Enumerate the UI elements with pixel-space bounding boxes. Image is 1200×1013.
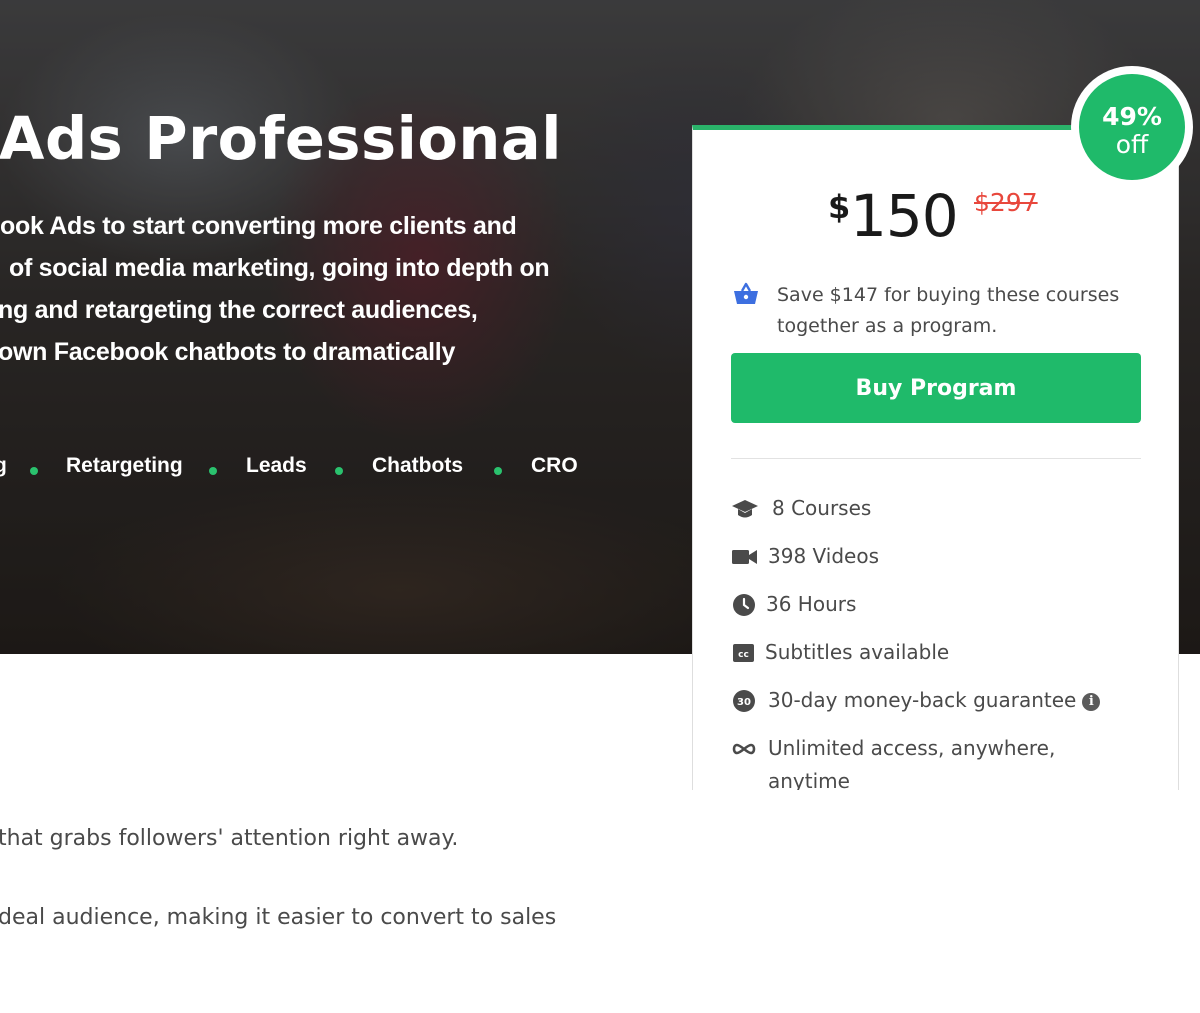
feature-guarantee: 30 30-day money-back guarantee i bbox=[731, 684, 1151, 718]
topic-tags: g Retargeting Leads Chatbots CRO bbox=[0, 454, 700, 486]
graduation-cap-icon bbox=[732, 500, 758, 518]
discount-percent: 49% bbox=[1102, 102, 1162, 131]
pricing-card: $ 150 $297 Save $147 for buying these co… bbox=[692, 125, 1179, 790]
feature-text: 8 Courses bbox=[772, 496, 872, 520]
feature-access: Unlimited access, anywhere, anytime bbox=[731, 732, 1151, 790]
closed-captions-icon: cc bbox=[733, 644, 754, 662]
feature-videos: 398 Videos bbox=[731, 540, 1151, 574]
feature-hours: 36 Hours bbox=[731, 588, 1151, 622]
feature-text: Subtitles available bbox=[765, 640, 950, 664]
tag-retargeting: Retargeting bbox=[66, 454, 183, 477]
hero-description-line: of social media marketing, going into de… bbox=[9, 254, 550, 282]
price-currency: $ bbox=[828, 188, 851, 226]
savings-note: Save $147 for buying these courses toget… bbox=[777, 284, 1120, 337]
hero-description: ook Ads to start converting more clients… bbox=[0, 212, 640, 382]
feature-subtitles: cc Subtitles available bbox=[731, 636, 1151, 670]
info-icon[interactable]: i bbox=[1082, 693, 1101, 711]
svg-text:30: 30 bbox=[737, 697, 751, 708]
divider bbox=[731, 458, 1141, 459]
hero-description-line: ook Ads to start converting more clients… bbox=[0, 212, 517, 240]
discount-badge-circle: 49% off bbox=[1079, 74, 1185, 180]
feature-text: Unlimited access, anywhere, bbox=[768, 736, 1056, 760]
clock-icon bbox=[733, 594, 755, 616]
discount-badge: 49% off bbox=[1071, 66, 1193, 188]
tag-separator bbox=[209, 467, 217, 475]
tag-chatbots: Chatbots bbox=[372, 454, 463, 477]
shopping-basket-icon bbox=[734, 282, 758, 304]
benefit-text: deal audience, making it easier to conve… bbox=[0, 905, 557, 930]
tag-leads: Leads bbox=[246, 454, 307, 477]
feature-courses: 8 Courses bbox=[731, 492, 1151, 526]
benefit-text: that grabs followers' attention right aw… bbox=[0, 826, 459, 851]
buy-program-button[interactable]: Buy Program bbox=[731, 353, 1141, 423]
feature-text: 30-day money-back guarantee i bbox=[768, 684, 1101, 717]
feature-text: 36 Hours bbox=[766, 592, 857, 616]
money-back-30-icon: 30 bbox=[733, 690, 755, 712]
tag: g bbox=[0, 454, 7, 477]
feature-text: 398 Videos bbox=[768, 544, 879, 568]
svg-text:cc: cc bbox=[738, 650, 749, 660]
tag-cro: CRO bbox=[531, 454, 578, 477]
tag-separator bbox=[494, 467, 502, 475]
tag-separator bbox=[30, 467, 38, 475]
page-title: k Ads Professional bbox=[0, 104, 562, 173]
infinity-icon bbox=[732, 743, 756, 755]
hero-description-line: ng and retargeting the correct audiences… bbox=[0, 296, 478, 324]
original-price: $297 bbox=[974, 188, 1038, 217]
discount-label: off bbox=[1115, 130, 1149, 159]
guarantee-text: 30-day money-back guarantee bbox=[768, 688, 1077, 712]
video-camera-icon bbox=[732, 550, 757, 564]
tag-separator bbox=[335, 467, 343, 475]
price-amount: 150 bbox=[850, 182, 959, 250]
feature-text: anytime bbox=[768, 769, 850, 790]
hero-description-line: own Facebook chatbots to dramatically bbox=[0, 338, 456, 366]
